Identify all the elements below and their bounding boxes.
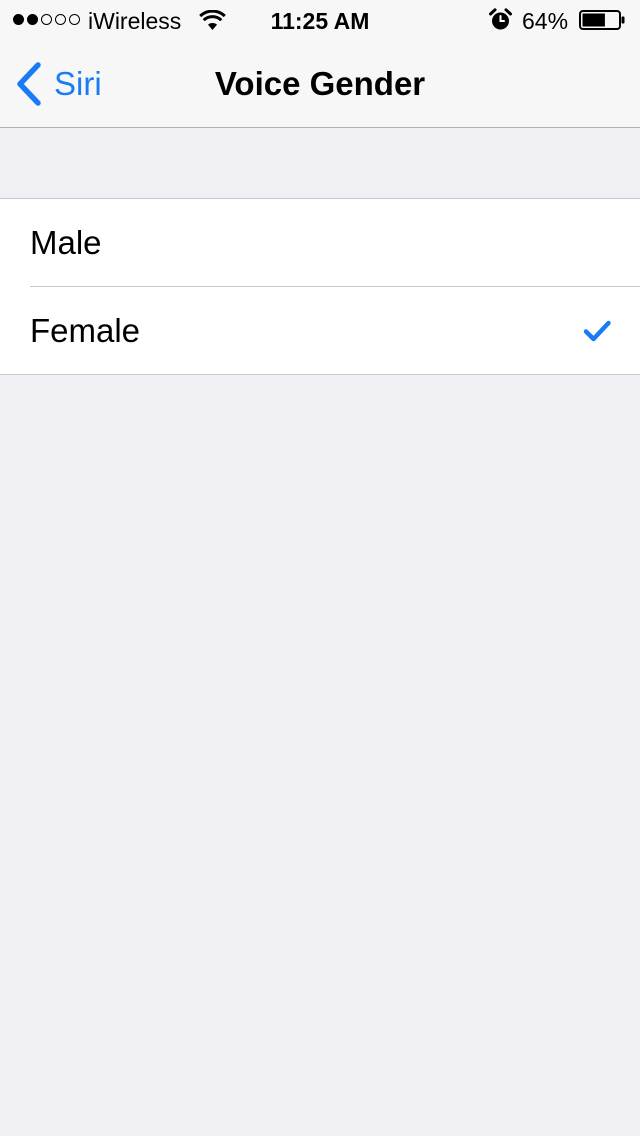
navigation-bar: Siri Voice Gender [0, 40, 640, 128]
status-bar: iWireless 11:25 AM 64% [0, 0, 640, 40]
option-male[interactable]: Male [0, 199, 640, 286]
top-bar: iWireless 11:25 AM 64% Siri Voice Gender [0, 0, 640, 128]
battery-icon [579, 10, 625, 30]
alarm-clock-icon [489, 8, 512, 30]
option-label: Male [30, 224, 102, 261]
checkmark-icon [583, 320, 611, 342]
voice-gender-options: Male Female [0, 198, 640, 375]
option-female[interactable]: Female [0, 286, 640, 374]
option-label: Female [30, 312, 141, 349]
page-title: Voice Gender [214, 65, 426, 102]
battery-percentage: 64% [522, 8, 569, 34]
